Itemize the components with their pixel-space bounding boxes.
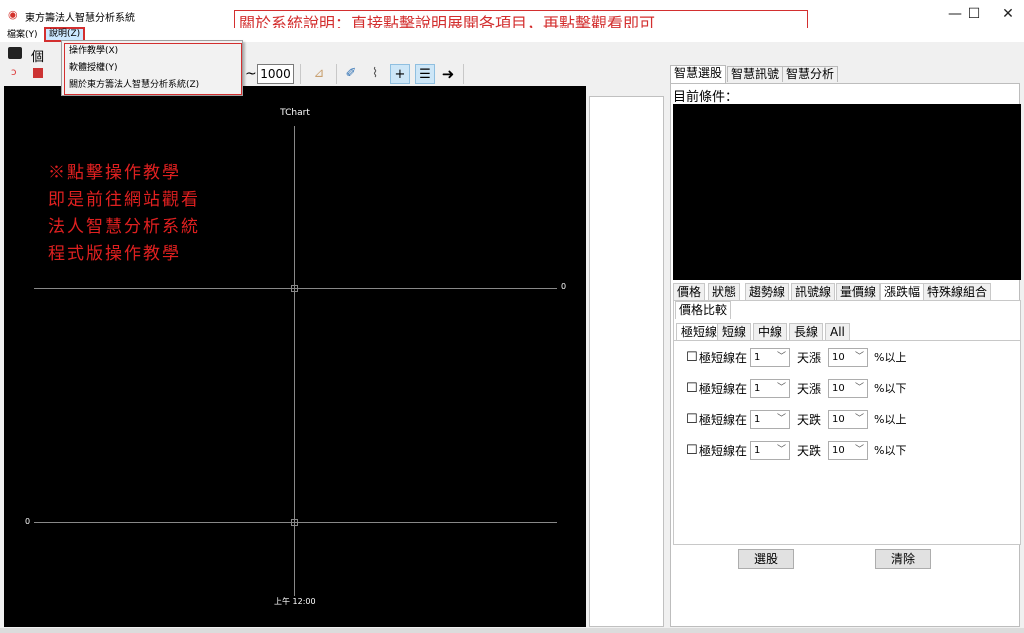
compare-label: %以下 [874,382,907,395]
note-line: 法人智慧分析系統 [48,217,200,237]
condition-label: 目前條件： [673,90,739,105]
chevron-down-icon: ﹀ [854,383,864,393]
condition-row: ☐ 極短線在 1 ﹀ 天跌 10 ﹀ %以上 [686,410,1016,430]
chevron-down-icon: ﹀ [776,383,786,393]
condition-checkbox[interactable]: ☐ [686,351,698,365]
toolbar-label: 個 [31,50,45,65]
category-tabs: 價格 狀態 趨勢線 訊號線 量價線 漲跌幅 特殊線組合 [673,283,1021,300]
tab-signal-line[interactable]: 訊號線 [791,283,836,300]
condition-checkbox[interactable]: ☐ [686,444,698,458]
tab-divider [673,340,1021,341]
tab-long[interactable]: 長線 [789,323,824,341]
tab-volume-price-line[interactable]: 量價線 [836,283,881,300]
days-select[interactable]: 1 ﹀ [750,410,790,429]
chart-title: TChart [280,108,310,118]
chevron-down-icon: ﹀ [776,352,786,362]
note-line: 即是前往網站觀看 [48,190,200,210]
app-logo-icon: ◉ [8,8,18,21]
percent-select[interactable]: 10 ﹀ [828,379,868,398]
y-tick-right: 0 [561,282,567,291]
condition-row: ☐ 極短線在 1 ﹀ 天跌 10 ﹀ %以下 [686,441,1016,461]
condition-row: ☐ 極短線在 1 ﹀ 天漲 10 ﹀ %以下 [686,379,1016,399]
direction-label: 天漲 [797,351,822,365]
compare-label: %以下 [874,444,907,457]
tab-trend-line[interactable]: 趨勢線 [745,283,790,300]
direction-label: 天跌 [797,444,822,458]
chevron-down-icon: ﹀ [776,445,786,455]
x-tick: 上午 12:00 [274,597,316,606]
chart-note: ※點擊操作教學 即是前往網站觀看 法人智慧分析系統 程式版操作教學 [48,160,200,268]
tab-very-short[interactable]: 極短線 [676,323,723,341]
toolbar-divider [336,64,337,84]
logo-small-icon[interactable]: ɔ [11,68,19,78]
row-label: 極短線在 [699,413,748,427]
toolbar-divider [463,64,464,84]
tab-smart-analysis[interactable]: 智慧分析 [782,66,839,82]
clear-button[interactable]: 清除 [875,549,931,569]
days-select[interactable]: 1 ﹀ [750,379,790,398]
direction-label: 天漲 [797,382,822,396]
chevron-down-icon: ﹀ [776,414,786,424]
condition-row: ☐ 極短線在 1 ﹀ 天漲 10 ﹀ %以上 [686,348,1016,368]
arrow-right-circle-icon[interactable]: ➜ [438,64,458,84]
menu-item-license[interactable]: 軟體授權(Y) [69,60,118,76]
chevron-down-icon: ﹀ [854,414,864,424]
select-stocks-button[interactable]: 選股 [738,549,794,569]
window-title: 東方籌法人智慧分析系統 [25,13,135,24]
row-label: 極短線在 [699,382,748,396]
tab-price[interactable]: 價格 [673,283,706,300]
row-label: 極短線在 [699,351,748,365]
note-line: 程式版操作教學 [48,244,181,264]
tab-short[interactable]: 短線 [717,323,752,341]
note-line: ※點擊操作教學 [48,163,181,183]
days-select[interactable]: 1 ﹀ [750,441,790,460]
ruler-icon[interactable]: ⌇ [365,64,385,84]
condition-display [673,104,1021,280]
percent-select[interactable]: 10 ﹀ [828,348,868,367]
side-list-panel[interactable] [589,96,664,627]
status-bar [0,628,1024,633]
chart-icon[interactable]: ⊿ [309,64,329,84]
percent-select[interactable]: 10 ﹀ [828,441,868,460]
calendar-icon[interactable] [33,68,43,78]
chart-origin-marker [291,519,298,526]
direction-label: 天跌 [797,413,822,427]
compare-label: %以上 [874,413,907,426]
tab-medium[interactable]: 中線 [753,323,788,341]
help-dropdown-menu: 操作教學(X) 軟體授權(Y) 關於東方籌法人智慧分析系統(Z) [61,40,243,96]
tilde-icon: ~ [245,66,257,82]
tab-smart-select[interactable]: 智慧選股 [670,65,727,83]
tab-price-compare[interactable]: 價格比較 [675,301,732,319]
chart-origin-marker [291,285,298,292]
pen-icon[interactable]: ✐ [341,64,361,84]
chart-panel[interactable]: TChart 0 0 上午 12:00 ※點擊操作教學 即是前往網站觀看 法人智… [4,86,586,627]
printer-icon[interactable] [8,47,22,59]
percent-select[interactable]: 10 ﹀ [828,410,868,429]
list-icon[interactable]: ☰ [415,64,435,84]
chevron-down-icon: ﹀ [854,352,864,362]
menu-item-about[interactable]: 關於東方籌法人智慧分析系統(Z) [69,77,199,93]
y-tick-left: 0 [25,517,31,526]
tab-special-combo[interactable]: 特殊線組合 [923,283,992,300]
compare-label: %以上 [874,351,907,364]
row-label: 極短線在 [699,444,748,458]
tab-change-range[interactable]: 漲跌幅 [880,283,925,300]
crosshair-icon[interactable]: + [390,64,410,84]
days-select[interactable]: 1 ﹀ [750,348,790,367]
condition-checkbox[interactable]: ☐ [686,413,698,427]
menu-item-tutorial[interactable]: 操作教學(X) [69,43,118,59]
chevron-down-icon: ﹀ [854,445,864,455]
tab-smart-signal[interactable]: 智慧訊號 [727,66,784,82]
zoom-input[interactable]: 1000 [257,64,294,84]
tab-all[interactable]: All [825,323,850,341]
tab-status[interactable]: 狀態 [708,283,741,300]
close-button[interactable]: ✕ [985,0,1024,28]
menu-view[interactable]: 檔案(Y) [4,28,41,42]
toolbar-divider [300,64,301,84]
condition-checkbox[interactable]: ☐ [686,382,698,396]
